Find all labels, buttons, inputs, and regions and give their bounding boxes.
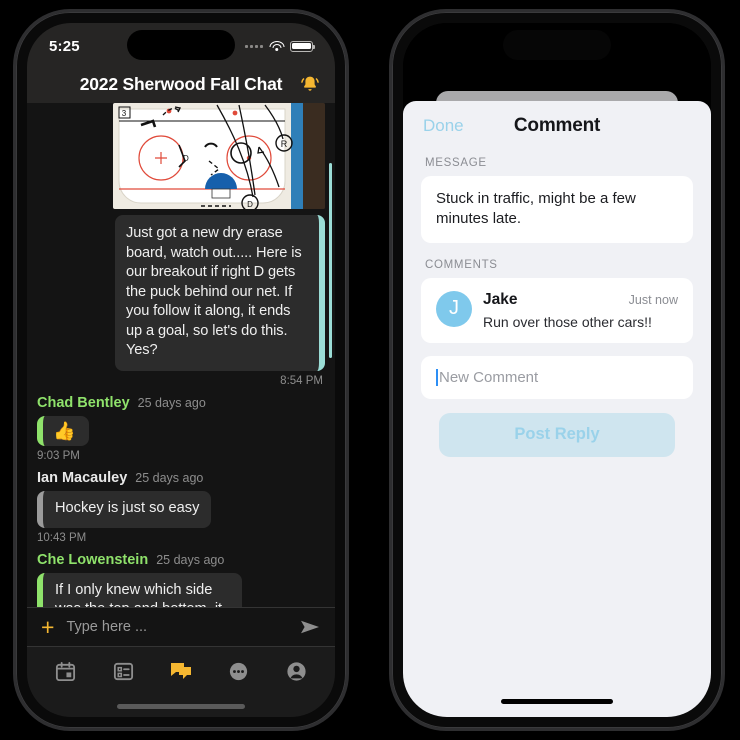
sheet-header: Comment Done	[403, 101, 711, 151]
status-time: 5:25	[49, 37, 80, 55]
phone-right: Comment Done MESSAGE Stuck in traffic, m…	[392, 12, 722, 728]
page-title: 2022 Sherwood Fall Chat	[79, 73, 283, 94]
tab-chat[interactable]	[168, 658, 194, 684]
message-bubble-incoming[interactable]: If I only knew which side was the top an…	[37, 572, 242, 607]
message-header: Chad Bentley 25 days ago	[37, 395, 325, 411]
message-composer: + Type here ...	[27, 607, 335, 647]
tab-calendar[interactable]	[53, 658, 79, 684]
message-image-whiteboard[interactable]: R D D 3	[113, 103, 325, 209]
comment-sheet-screen: Comment Done MESSAGE Stuck in traffic, m…	[403, 23, 711, 717]
message-bubble-outgoing[interactable]: Just got a new dry erase board, watch ou…	[115, 215, 325, 371]
comment-text: Run over those other cars!!	[483, 313, 652, 330]
bell-icon[interactable]	[299, 74, 321, 96]
message-age: 25 days ago	[135, 470, 204, 485]
tab-bar	[27, 647, 335, 695]
chat-message-list[interactable]: R D D 3 Just got a new dry erase board, …	[27, 103, 335, 607]
message-timestamp: 8:54 PM	[280, 374, 323, 387]
message-card: Stuck in traffic, might be a few minutes…	[421, 176, 693, 243]
new-comment-placeholder: New Comment	[439, 368, 539, 386]
tab-more[interactable]	[226, 658, 252, 684]
tab-profile[interactable]	[283, 658, 309, 684]
comment-item[interactable]: J Jake Just now Run over those other car…	[421, 277, 693, 343]
svg-text:D: D	[183, 154, 189, 163]
status-bar: 5:25	[27, 23, 335, 69]
svg-text:R: R	[281, 139, 288, 149]
comment-author: Jake	[483, 290, 518, 308]
home-indicator	[501, 699, 613, 704]
send-arrow-icon[interactable]	[299, 618, 321, 636]
dynamic-island	[503, 30, 611, 60]
phone-left-screen: 5:25 2022 Sherwood Fall Chat R D D 3 Jus…	[27, 23, 335, 717]
message-header: Ian Macauley 25 days ago	[37, 470, 325, 486]
message-author: Ian Macauley	[37, 469, 128, 486]
chat-scrollbar[interactable]	[329, 163, 332, 358]
message-input[interactable]: Type here ...	[66, 619, 287, 635]
svg-text:D: D	[247, 200, 253, 209]
status-indicators	[245, 40, 315, 52]
message-timestamp: 10:43 PM	[37, 531, 87, 544]
phone-right-screen: Comment Done MESSAGE Stuck in traffic, m…	[403, 23, 711, 717]
comment-timestamp: Just now	[628, 292, 678, 307]
home-indicator	[27, 695, 335, 717]
message-author: Chad Bentley	[37, 394, 130, 411]
svg-text:3: 3	[122, 109, 127, 118]
cellular-dots-icon	[245, 44, 263, 48]
screenshot-stage: 5:25 2022 Sherwood Fall Chat R D D 3 Jus…	[0, 0, 740, 740]
message-timestamp: 9:03 PM	[37, 449, 80, 462]
comment-modal-sheet: Comment Done MESSAGE Stuck in traffic, m…	[403, 101, 711, 717]
message-text: Stuck in traffic, might be a few minutes…	[436, 190, 636, 228]
wifi-icon	[269, 40, 284, 52]
tab-tasks[interactable]	[110, 658, 136, 684]
phone-left: 5:25 2022 Sherwood Fall Chat R D D 3 Jus…	[16, 12, 346, 728]
avatar: J	[436, 290, 472, 327]
message-age: 25 days ago	[137, 395, 206, 410]
message-section-label: MESSAGE	[425, 157, 487, 169]
dynamic-island	[127, 30, 235, 60]
message-bubble-incoming[interactable]: Hockey is just so easy	[37, 490, 212, 528]
post-reply-button[interactable]: Post Reply	[439, 412, 675, 457]
plus-icon[interactable]: +	[41, 615, 54, 639]
message-age: 25 days ago	[156, 552, 225, 567]
chat-app: 5:25 2022 Sherwood Fall Chat R D D 3 Jus…	[27, 23, 335, 717]
text-caret	[436, 368, 438, 386]
message-author: Che Lowenstein	[37, 551, 149, 568]
done-button[interactable]: Done	[423, 116, 464, 136]
chat-navbar: 2022 Sherwood Fall Chat	[27, 69, 335, 103]
comments-section-label: COMMENTS	[425, 258, 498, 271]
message-header: Che Lowenstein 25 days ago	[37, 552, 325, 568]
battery-full-icon	[290, 40, 315, 52]
message-bubble-incoming[interactable]: 👍	[37, 415, 90, 446]
new-comment-input[interactable]: New Comment	[421, 355, 693, 399]
